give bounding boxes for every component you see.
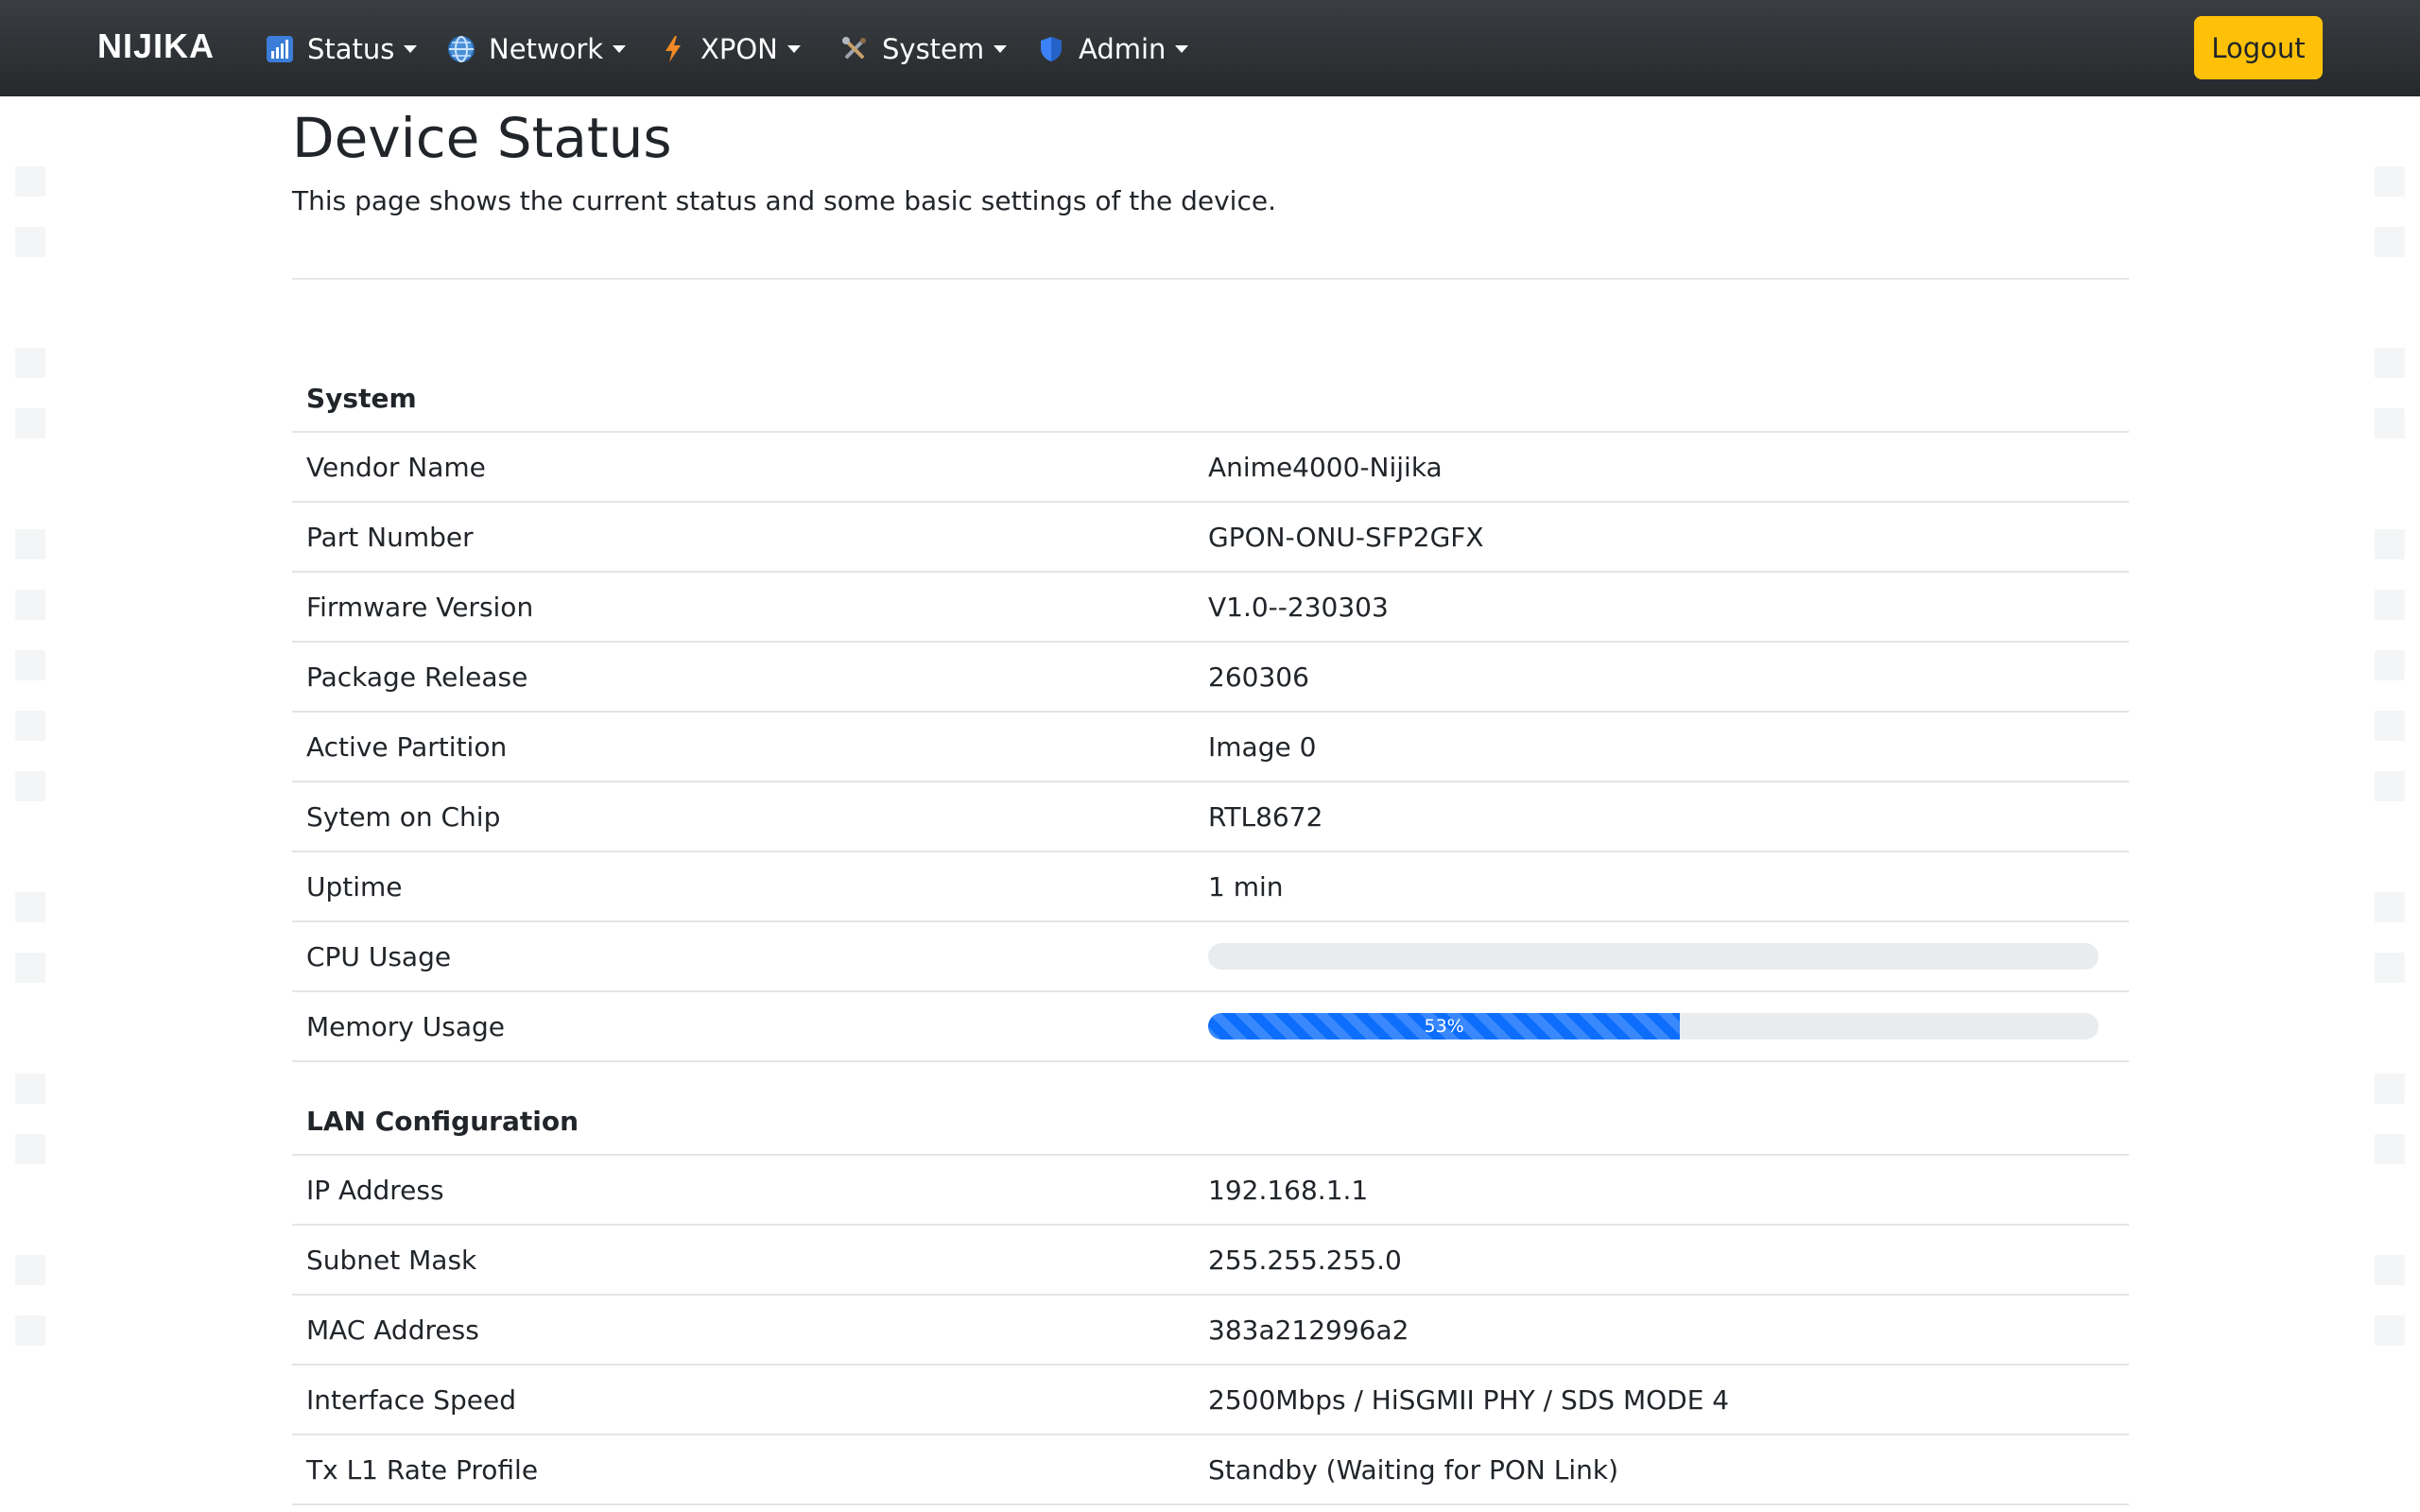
chevron-down-icon — [1175, 45, 1189, 53]
row-value: 255.255.255.0 — [1208, 1244, 1402, 1276]
row-value: 1 min — [1208, 870, 1284, 902]
row-value: V1.0--230303 — [1208, 591, 1389, 623]
nav-network-label: Network — [489, 33, 604, 65]
row-key: Subnet Mask — [306, 1244, 477, 1276]
row-value: 383a212996a2 — [1208, 1314, 1409, 1346]
table-row: Subnet Mask 255.255.255.0 — [292, 1226, 2129, 1296]
section-heading-lan: LAN Configuration — [292, 1088, 2129, 1156]
lan-table: LAN Configuration IP Address 192.168.1.1… — [292, 1088, 2129, 1505]
nav-xpon-label: XPON — [700, 33, 778, 65]
logout-button[interactable]: Logout — [2194, 16, 2323, 79]
table-row: Uptime 1 min — [292, 852, 2129, 922]
memory-progress-bar: 53% — [1208, 1013, 2099, 1040]
row-value: Standby (Waiting for PON Link) — [1208, 1453, 1619, 1486]
row-key: Active Partition — [306, 730, 508, 763]
table-row: Part Number GPON-ONU-SFP2GFX — [292, 503, 2129, 573]
chevron-down-icon — [404, 45, 418, 53]
row-key: Tx L1 Rate Profile — [306, 1453, 539, 1486]
table-row: Tx L1 Rate Profile Standby (Waiting for … — [292, 1435, 2129, 1505]
table-row: Interface Speed 2500Mbps / HiSGMII PHY /… — [292, 1366, 2129, 1435]
row-key: Interface Speed — [306, 1383, 517, 1416]
brand-logo[interactable]: NIJIKA — [97, 26, 215, 66]
globe-icon — [447, 35, 475, 63]
chevron-down-icon — [994, 45, 1008, 53]
cpu-progress-bar — [1208, 943, 2099, 970]
system-table: System Vendor Name Anime4000-Nijika Part… — [292, 365, 2129, 1062]
nav-system-label: System — [882, 33, 985, 65]
background-pattern-left — [15, 96, 45, 1512]
tools-icon — [840, 35, 869, 63]
table-row: Vendor Name Anime4000-Nijika — [292, 433, 2129, 503]
background-pattern-right — [2375, 96, 2405, 1512]
table-row: Firmware Version V1.0--230303 — [292, 573, 2129, 643]
table-row: MAC Address 383a212996a2 — [292, 1296, 2129, 1366]
table-row: Sytem on Chip RTL8672 — [292, 782, 2129, 852]
row-key: IP Address — [306, 1174, 444, 1206]
nav-status-label: Status — [307, 33, 395, 65]
shield-icon — [1037, 35, 1065, 63]
row-value: 260306 — [1208, 661, 1309, 693]
section-heading-system: System — [292, 365, 2129, 433]
row-key: Vendor Name — [306, 451, 486, 483]
table-row: IP Address 192.168.1.1 — [292, 1156, 2129, 1226]
divider — [292, 278, 2129, 280]
row-value: Image 0 — [1208, 730, 1317, 763]
page-description: This page shows the current status and s… — [292, 185, 1276, 216]
row-value: RTL8672 — [1208, 800, 1323, 833]
page-title: Device Status — [292, 106, 672, 170]
row-value: 2500Mbps / HiSGMII PHY / SDS MODE 4 — [1208, 1383, 1730, 1416]
table-row: Package Release 260306 — [292, 643, 2129, 713]
top-navbar: NIJIKA Status Network XPON System Admin … — [0, 0, 2420, 96]
bar-chart-icon — [266, 35, 294, 63]
row-key: Firmware Version — [306, 591, 534, 623]
table-row-memory: Memory Usage 53% — [292, 992, 2129, 1062]
row-key: Uptime — [306, 870, 403, 902]
nav-status[interactable]: Status — [266, 28, 418, 70]
table-row-cpu: CPU Usage — [292, 922, 2129, 992]
table-row: Active Partition Image 0 — [292, 713, 2129, 782]
row-value: 192.168.1.1 — [1208, 1174, 1369, 1206]
row-key: Part Number — [306, 521, 474, 553]
row-key: Sytem on Chip — [306, 800, 501, 833]
row-key: CPU Usage — [306, 940, 452, 972]
memory-progress-fill: 53% — [1208, 1013, 1681, 1040]
row-key: Package Release — [306, 661, 528, 693]
lightning-icon — [659, 35, 687, 63]
nav-admin-label: Admin — [1079, 33, 1167, 65]
row-key: Memory Usage — [306, 1010, 506, 1042]
row-value: Anime4000-Nijika — [1208, 451, 1443, 483]
chevron-down-icon — [613, 45, 627, 53]
row-value: GPON-ONU-SFP2GFX — [1208, 521, 1484, 553]
nav-xpon[interactable]: XPON — [659, 28, 801, 70]
nav-admin[interactable]: Admin — [1037, 28, 1189, 70]
nav-system[interactable]: System — [840, 28, 1008, 70]
row-key: MAC Address — [306, 1314, 479, 1346]
nav-network[interactable]: Network — [447, 28, 627, 70]
chevron-down-icon — [786, 45, 801, 53]
